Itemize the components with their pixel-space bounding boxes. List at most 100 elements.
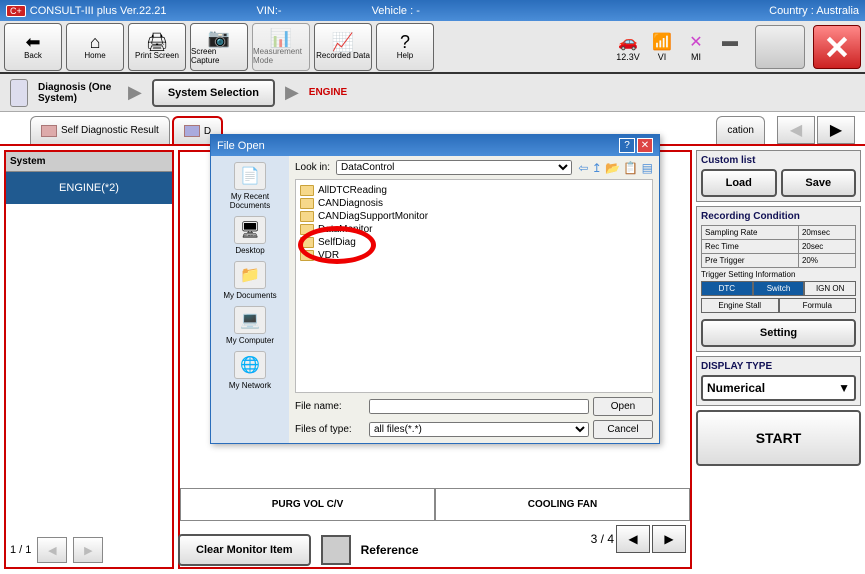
app-badge-icon: C+ [6, 5, 26, 17]
monitor-item-cooling[interactable]: COOLING FAN [435, 488, 690, 521]
monitor-item-purg[interactable]: PURG VOL C/V [180, 488, 435, 521]
system-selection-capsule[interactable]: System Selection [152, 79, 275, 107]
display-type-select[interactable]: Numerical ▼ [701, 375, 856, 401]
tab-next[interactable]: ▶ [817, 116, 855, 144]
display-type-title: DISPLAY TYPE [701, 361, 856, 372]
breadcrumb-diagnosis: Diagnosis (One System) [38, 82, 118, 104]
tab-icon [184, 125, 200, 137]
list-item[interactable]: DataMonitor [300, 223, 648, 236]
folder-icon: 📁 [234, 261, 266, 289]
list-item[interactable]: CANDiagSupportMonitor [300, 210, 648, 223]
look-in-select[interactable]: DataControl [336, 160, 572, 175]
network-icon: 🌐 [234, 351, 266, 379]
tab-icon [41, 125, 57, 137]
print-button[interactable]: 🖨Print Screen [128, 23, 186, 71]
dialog-close-button[interactable]: ✕ [637, 138, 653, 153]
folder-icon [300, 198, 314, 209]
vehicle-label: Vehicle : - [372, 5, 420, 17]
home-icon: ⌂ [90, 33, 101, 51]
place-network[interactable]: 🌐My Network [229, 351, 271, 390]
chip-switch[interactable]: Switch [753, 281, 805, 296]
app-title: C+ CONSULT-III plus Ver.22.21 [6, 5, 167, 17]
close-icon [824, 34, 850, 60]
recorded-icon: 📈 [332, 33, 354, 51]
list-item[interactable]: SelfDiag [300, 236, 648, 249]
x-icon: ✕ [689, 32, 702, 52]
chevron-right-icon: ▶ [128, 82, 142, 103]
gauge-icon: 📊 [270, 29, 292, 47]
system-panel: System ENGINE(*2) 1 / 1 ◀ ▶ [4, 150, 174, 569]
place-recent[interactable]: 📄My Recent Documents [211, 162, 289, 210]
list-item[interactable]: VDR [300, 249, 648, 262]
clear-monitor-button[interactable]: Clear Monitor Item [178, 534, 311, 566]
home-button[interactable]: ⌂Home [66, 23, 124, 71]
tab-prev[interactable]: ◀ [777, 116, 815, 144]
desktop-icon: 🖥 [234, 216, 266, 244]
file-name-input[interactable] [369, 399, 589, 414]
recording-condition-table: Sampling Rate20msec Rec Time20sec Pre Tr… [701, 225, 856, 268]
trigger-info-label: Trigger Setting Information [701, 270, 856, 279]
recording-condition-title: Recording Condition [701, 211, 856, 222]
battery-icon: ▬ [722, 33, 738, 51]
file-type-label: Files of type: [295, 424, 365, 435]
mi-indicator: ✕MI [681, 32, 711, 62]
folder-icon [300, 250, 314, 261]
chip-formula[interactable]: Formula [779, 298, 857, 313]
cancel-button[interactable]: Cancel [593, 420, 653, 439]
place-mydocs[interactable]: 📁My Documents [223, 261, 276, 300]
place-desktop[interactable]: 🖥Desktop [234, 216, 266, 255]
help-button[interactable]: ?Help [376, 23, 434, 71]
reference-checkbox[interactable] [321, 535, 351, 565]
folder-icon [300, 224, 314, 235]
tab-self-diagnostic[interactable]: Self Diagnostic Result [30, 116, 170, 144]
list-item[interactable]: AllDTCReading [300, 184, 648, 197]
measurement-button[interactable]: 📊Measurement Mode [252, 23, 310, 71]
file-dialog-titlebar[interactable]: File Open ? ✕ [211, 135, 659, 156]
chevron-down-icon: ▼ [838, 381, 850, 395]
main-toolbar: ⬅Back ⌂Home 🖨Print Screen 📷Screen Captur… [0, 21, 865, 74]
custom-list-box: Custom list Load Save [696, 150, 861, 202]
breadcrumb-engine: ENGINE [309, 87, 347, 98]
dialog-help-button[interactable]: ? [619, 138, 635, 153]
file-name-label: File name: [295, 401, 365, 412]
help-icon: ? [400, 33, 410, 51]
minimize-button[interactable] [755, 25, 805, 69]
signal-icon: 📶 [652, 32, 672, 52]
start-button[interactable]: START [696, 410, 861, 466]
tab-cation[interactable]: cation [716, 116, 765, 144]
system-pager: 1 / 1 ◀ ▶ [6, 533, 172, 567]
list-item[interactable]: CANDiagnosis [300, 197, 648, 210]
right-panel: Custom list Load Save Recording Conditio… [696, 150, 861, 569]
setting-button[interactable]: Setting [701, 319, 856, 347]
places-bar: 📄My Recent Documents 🖥Desktop 📁My Docume… [211, 156, 289, 443]
place-mycomputer[interactable]: 💻My Computer [226, 306, 274, 345]
car-icon: 🚗 [618, 32, 638, 52]
back-icon: ⬅ [25, 33, 40, 51]
file-list[interactable]: AllDTCReading CANDiagnosis CANDiagSuppor… [295, 179, 653, 393]
computer-icon: 💻 [234, 306, 266, 334]
close-app-button[interactable] [813, 25, 861, 69]
battery-indicator: ▬ [715, 33, 745, 61]
system-prev[interactable]: ◀ [37, 537, 67, 563]
system-header: System [6, 152, 172, 172]
save-button[interactable]: Save [781, 169, 857, 197]
back-button[interactable]: ⬅Back [4, 23, 62, 71]
chip-engine-stall[interactable]: Engine Stall [701, 298, 779, 313]
file-dialog-title: File Open [217, 140, 265, 152]
load-button[interactable]: Load [701, 169, 777, 197]
custom-list-title: Custom list [701, 155, 856, 166]
system-next[interactable]: ▶ [73, 537, 103, 563]
look-in-label: Look in: [295, 162, 330, 173]
camera-icon: 📷 [208, 29, 230, 47]
chip-dtc[interactable]: DTC [701, 281, 753, 296]
system-engine-row[interactable]: ENGINE(*2) [6, 172, 172, 204]
file-type-select[interactable]: all files(*.*) [369, 422, 589, 437]
recorded-data-button[interactable]: 📈Recorded Data [314, 23, 372, 71]
chip-ign[interactable]: IGN ON [804, 281, 856, 296]
nav-tool-icons[interactable]: ⇦ ↥ 📂 📋 ▤ [578, 161, 653, 175]
open-button[interactable]: Open [593, 397, 653, 416]
bottom-bar: Clear Monitor Item Reference [178, 530, 692, 570]
printer-icon: 🖨 [146, 33, 169, 51]
screen-capture-button[interactable]: 📷Screen Capture [190, 23, 248, 71]
title-bar: C+ CONSULT-III plus Ver.22.21 VIN:- Vehi… [0, 0, 865, 21]
